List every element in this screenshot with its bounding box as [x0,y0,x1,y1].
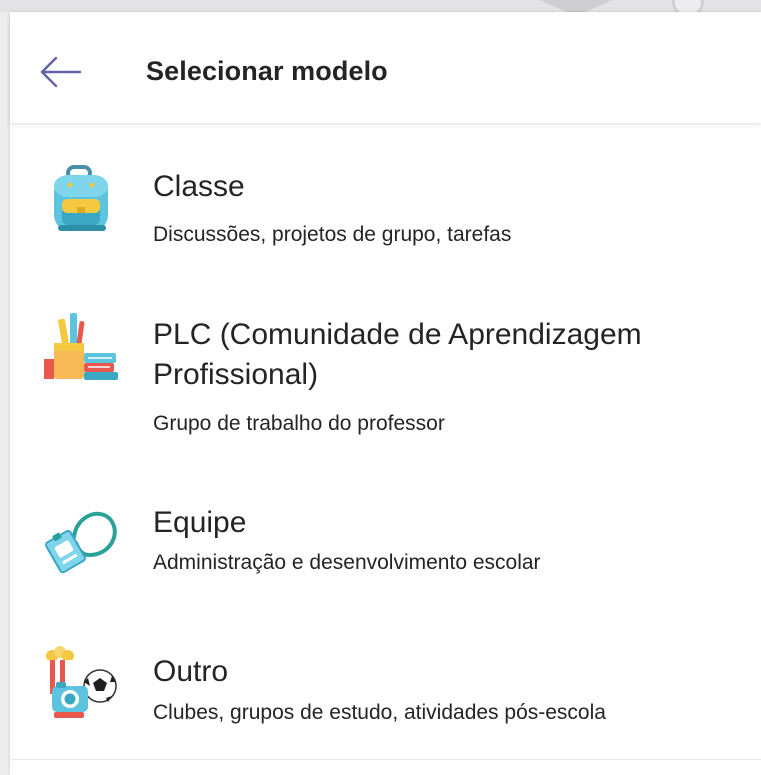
template-description: Administração e desenvolvimento escolar [153,551,541,574]
backpack-icon [40,155,120,235]
template-option-plc[interactable]: PLC (Comunidade de Aprendizagem Profissi… [10,271,761,462]
background-strip [0,0,761,12]
popcorn-camera-ball-icon [40,644,120,724]
select-template-panel: Selecionar modelo Classe Discussões, pro… [10,12,761,775]
template-title: Outro [153,655,229,688]
template-title: Equipe [153,506,247,539]
template-option-outro[interactable]: Outro Clubes, grupos de estudo, atividad… [10,610,761,760]
template-title: PLC (Comunidade de Aprendizagem Profissi… [153,318,642,391]
template-option-classe[interactable]: Classe Discussões, projetos de grupo, ta… [10,123,761,272]
back-button[interactable] [34,50,84,94]
header-bar: Selecionar modelo [10,12,761,123]
template-option-equipe[interactable]: Equipe Administração e desenvolvimento e… [10,461,761,611]
page-title: Selecionar modelo [146,56,388,86]
template-description: Clubes, grupos de estudo, atividades pós… [153,701,606,724]
arrow-left-icon [40,56,82,88]
pencil-cup-books-icon [40,307,120,387]
template-title: Classe [153,170,245,203]
template-description: Discussões, projetos de grupo, tarefas [153,223,512,246]
id-badge-lanyard-icon [40,497,120,577]
template-description: Grupo de trabalho do professor [153,412,445,435]
